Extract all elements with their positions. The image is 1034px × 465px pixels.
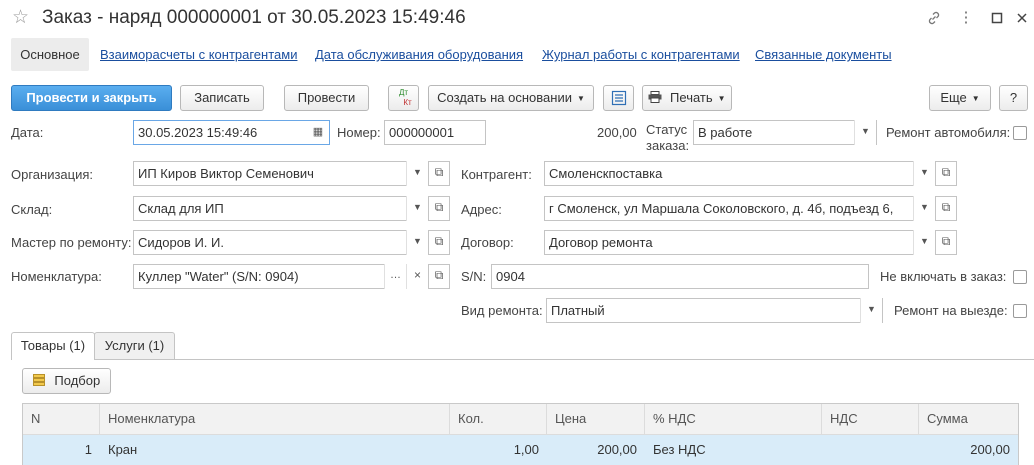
column-header-vat[interactable]: НДС <box>822 404 919 434</box>
cell-n[interactable]: 1 <box>23 435 100 465</box>
cell-vat[interactable] <box>822 435 919 465</box>
more-button[interactable]: Еще ▼ <box>929 85 991 111</box>
master-label: Мастер по ремонту: <box>11 235 132 250</box>
counterparty-field[interactable]: Смоленскпоставка <box>544 161 936 186</box>
address-label: Адрес: <box>461 202 502 217</box>
create-based-on-button[interactable]: Создать на основании ▼ <box>428 85 594 111</box>
window-title: Заказ - наряд 000000001 от 30.05.2023 15… <box>42 7 466 28</box>
warehouse-field[interactable]: Склад для ИП <box>133 196 429 221</box>
cell-vat-rate[interactable]: Без НДС <box>645 435 822 465</box>
contract-field[interactable]: Договор ремонта <box>544 230 936 255</box>
master-dropdown-icon[interactable]: ▼ <box>406 230 428 255</box>
tab-main[interactable]: Основное <box>11 38 89 71</box>
organization-open-icon[interactable]: ⧉ <box>428 161 450 186</box>
nomenclature-open-icon[interactable]: ⧉ <box>428 264 450 289</box>
save-button[interactable]: Записать <box>180 85 264 111</box>
status-label-line1: Статус <box>646 122 688 137</box>
dropdown-caret-icon: ▼ <box>576 94 585 103</box>
print-button[interactable]: Печать ▼ <box>642 85 732 111</box>
dt-kt-button[interactable]: Дт Кт <box>388 85 419 111</box>
cell-price[interactable]: 200,00 <box>547 435 645 465</box>
link-counterparty-log[interactable]: Журнал работы с контрагентами <box>542 38 740 71</box>
dropdown-caret-icon: ▼ <box>971 94 980 103</box>
address-dropdown-icon[interactable]: ▼ <box>913 196 935 221</box>
column-header-vat-rate[interactable]: % НДС <box>645 404 822 434</box>
organization-label: Организация: <box>11 167 94 182</box>
organization-dropdown-icon[interactable]: ▼ <box>406 161 428 186</box>
counterparty-open-icon[interactable]: ⧉ <box>935 161 957 186</box>
counterparty-dropdown-icon[interactable]: ▼ <box>913 161 935 186</box>
calendar-icon[interactable]: ▦ <box>307 120 329 145</box>
goods-table: N Номенклатура Кол. Цена % НДС НДС Сумма… <box>22 403 1019 465</box>
onsite-repair-checkbox[interactable] <box>1013 304 1027 318</box>
status-select[interactable]: В работе <box>693 120 877 145</box>
column-header-nomenclature[interactable]: Номенклатура <box>100 404 450 434</box>
warehouse-label: Склад: <box>11 202 53 217</box>
document-amount: 200,00 <box>597 125 637 140</box>
maximize-icon[interactable] <box>987 8 1007 28</box>
link-icon[interactable] <box>924 8 944 28</box>
column-header-qty[interactable]: Кол. <box>450 404 547 434</box>
organization-field[interactable]: ИП Киров Виктор Семенович <box>133 161 429 186</box>
master-field[interactable]: Сидоров И. И. <box>133 230 429 255</box>
more-vertical-icon[interactable]: ⋮ <box>956 8 976 28</box>
document-structure-icon <box>611 90 626 106</box>
pick-button[interactable]: Подбор <box>22 368 111 394</box>
column-header-n[interactable]: N <box>23 404 100 434</box>
close-icon[interactable] <box>1012 8 1032 28</box>
contract-open-icon[interactable]: ⧉ <box>935 230 957 255</box>
address-open-icon[interactable]: ⧉ <box>935 196 957 221</box>
repair-type-label: Вид ремонта: <box>461 303 543 318</box>
master-open-icon[interactable]: ⧉ <box>428 230 450 255</box>
column-header-sum[interactable]: Сумма <box>919 404 1018 434</box>
onsite-repair-label: Ремонт на выезде: <box>894 303 1008 318</box>
link-settlements[interactable]: Взаиморасчеты с контрагентами <box>100 38 297 71</box>
link-related-documents[interactable]: Связанные документы <box>755 38 892 71</box>
link-equipment-service-date[interactable]: Дата обслуживания оборудования <box>315 38 523 71</box>
post-button[interactable]: Провести <box>284 85 369 111</box>
contract-label: Договор: <box>461 235 514 250</box>
post-and-close-button[interactable]: Провести и закрыть <box>11 85 172 111</box>
sn-label: S/N: <box>461 269 487 284</box>
exclude-label: Не включать в заказ: <box>880 269 1007 284</box>
number-field[interactable]: 000000001 <box>384 120 486 145</box>
warehouse-dropdown-icon[interactable]: ▼ <box>406 196 428 221</box>
cell-nomenclature[interactable]: Кран <box>100 435 450 465</box>
warehouse-open-icon[interactable]: ⧉ <box>428 196 450 221</box>
help-button[interactable]: ? <box>999 85 1028 111</box>
sn-field[interactable]: 0904 <box>491 264 869 289</box>
nomenclature-clear-icon[interactable]: × <box>406 264 428 289</box>
car-repair-label: Ремонт автомобиля: <box>886 125 1011 140</box>
repair-type-select[interactable]: Платный <box>546 298 883 323</box>
cell-sum[interactable]: 200,00 <box>919 435 1018 465</box>
dropdown-caret-icon: ▼ <box>717 94 726 103</box>
structure-icon-button[interactable] <box>603 85 634 111</box>
address-field[interactable]: г Смоленск, ул Маршала Соколовского, д. … <box>544 196 936 221</box>
contract-dropdown-icon[interactable]: ▼ <box>913 230 935 255</box>
dt-kt-icon: Дт Кт <box>398 88 412 107</box>
printer-icon <box>648 90 670 105</box>
counterparty-label: Контрагент: <box>461 167 532 182</box>
status-label-line2: заказа: <box>646 138 690 153</box>
tab-goods[interactable]: Товары (1) <box>11 332 95 360</box>
nomenclature-select-icon[interactable]: … <box>384 264 406 289</box>
cell-qty[interactable]: 1,00 <box>450 435 547 465</box>
tab-panel-border <box>11 359 1034 360</box>
status-dropdown-icon[interactable]: ▼ <box>854 120 876 145</box>
favorite-star-icon[interactable]: ☆ <box>12 7 29 29</box>
nomenclature-label: Номенклатура: <box>11 269 102 284</box>
list-icon <box>32 373 55 388</box>
column-header-price[interactable]: Цена <box>547 404 645 434</box>
repair-type-dropdown-icon[interactable]: ▼ <box>860 298 882 323</box>
number-label: Номер: <box>337 125 381 140</box>
car-repair-checkbox[interactable] <box>1013 126 1027 140</box>
tab-services[interactable]: Услуги (1) <box>94 332 175 359</box>
date-field[interactable]: 30.05.2023 15:49:46 <box>133 120 330 145</box>
date-label: Дата: <box>11 125 44 140</box>
exclude-checkbox[interactable] <box>1013 270 1027 284</box>
